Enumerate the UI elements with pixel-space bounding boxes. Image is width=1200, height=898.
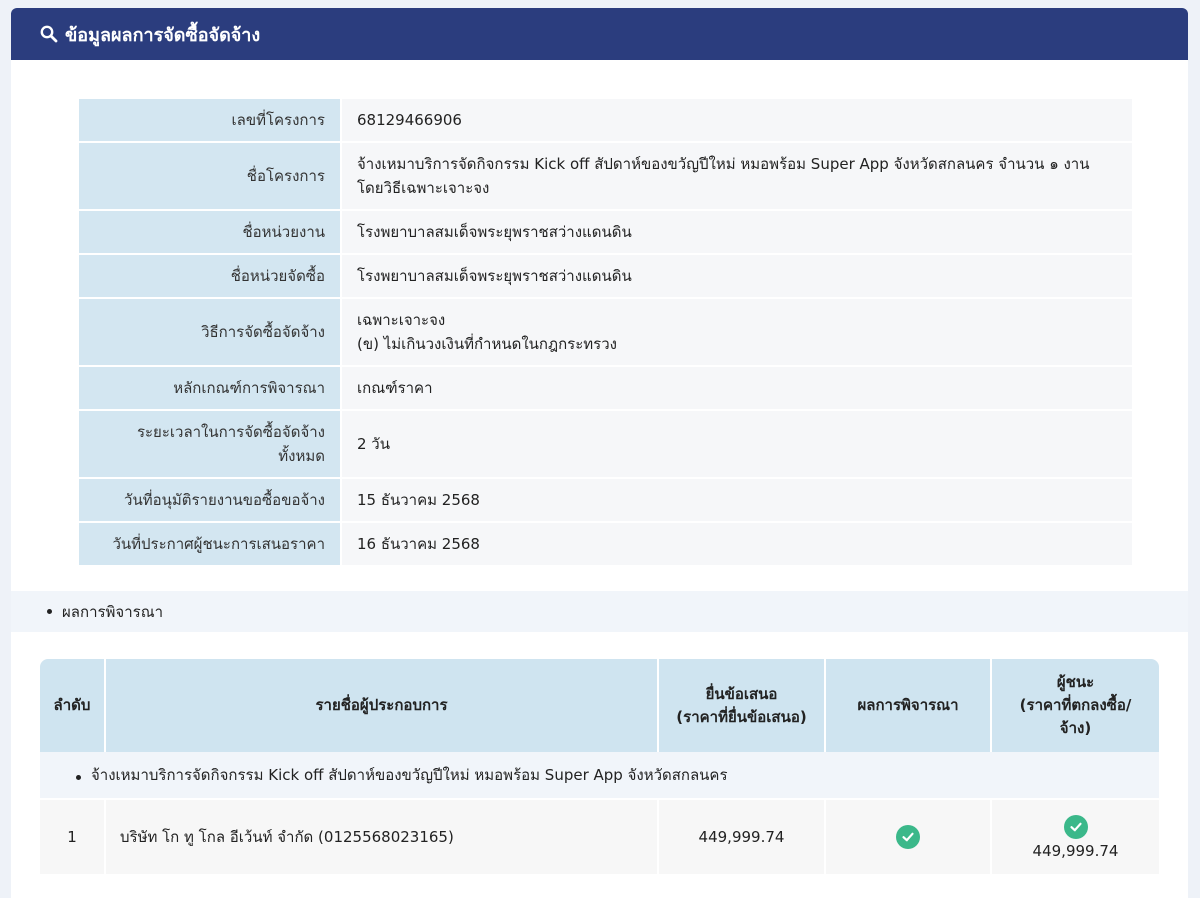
column-header-order: ลำดับ bbox=[40, 659, 106, 752]
info-value: 2 วัน bbox=[342, 411, 1132, 477]
info-row-method: วิธีการจัดซื้อจัดจ้าง เฉพาะเจาะจง (ข) ไม่… bbox=[79, 299, 1132, 365]
info-label: วิธีการจัดซื้อจัดจ้าง bbox=[79, 299, 342, 365]
column-header-winner: ผู้ชนะ (ราคาที่ตกลงซื้อ/จ้าง) bbox=[992, 659, 1159, 752]
row-winner: 449,999.74 bbox=[992, 798, 1159, 874]
info-value: 68129466906 bbox=[342, 99, 1132, 141]
winner-price: 449,999.74 bbox=[1032, 841, 1119, 860]
info-label: เลขที่โครงการ bbox=[79, 99, 342, 141]
section-title: ผลการพิจารณา bbox=[62, 602, 164, 621]
info-value: โรงพยาบาลสมเด็จพระยุพราชสว่างแดนดิน bbox=[342, 255, 1132, 297]
info-label: ชื่อหน่วยงาน bbox=[79, 211, 342, 253]
column-header-result: ผลการพิจารณา bbox=[826, 659, 992, 752]
row-order: 1 bbox=[40, 798, 106, 874]
info-label: ระยะเวลาในการจัดซื้อจัดจ้าง ทั้งหมด bbox=[79, 411, 342, 477]
table-row: 1 บริษัท โก ทู โกล อีเว้นท์ จำกัด (01255… bbox=[40, 798, 1159, 874]
info-label: วันที่ประกาศผู้ชนะการเสนอราคา bbox=[79, 523, 342, 565]
column-header-bid: ยื่นข้อเสนอ (ราคาที่ยื่นข้อเสนอ) bbox=[659, 659, 826, 752]
info-row-agency: ชื่อหน่วยงาน โรงพยาบาลสมเด็จพระยุพราชสว่… bbox=[79, 211, 1132, 253]
bullet-icon bbox=[47, 609, 52, 614]
check-circle-icon bbox=[896, 825, 920, 849]
column-header-vendor: รายชื่อผู้ประกอบการ bbox=[106, 659, 659, 752]
page-title: ข้อมูลผลการจัดซื้อจัดจ้าง bbox=[65, 24, 261, 46]
row-vendor: บริษัท โก ทู โกล อีเว้นท์ จำกัด (0125568… bbox=[106, 798, 659, 874]
info-row-criteria: หลักเกณฑ์การพิจารณา เกณฑ์ราคา bbox=[79, 367, 1132, 409]
row-result bbox=[826, 798, 992, 874]
info-value: 16 ธันวาคม 2568 bbox=[342, 523, 1132, 565]
info-label: หลักเกณฑ์การพิจารณา bbox=[79, 367, 342, 409]
card-header: ข้อมูลผลการจัดซื้อจัดจ้าง bbox=[11, 8, 1188, 60]
info-row-announce-date: วันที่ประกาศผู้ชนะการเสนอราคา 16 ธันวาคม… bbox=[79, 523, 1132, 565]
info-row-duration: ระยะเวลาในการจัดซื้อจัดจ้าง ทั้งหมด 2 วั… bbox=[79, 411, 1132, 477]
bullet-icon bbox=[76, 775, 81, 780]
info-value: 15 ธันวาคม 2568 bbox=[342, 479, 1132, 521]
info-row-project-no: เลขที่โครงการ 68129466906 bbox=[79, 99, 1132, 141]
results-header-row: ลำดับ รายชื่อผู้ประกอบการ ยื่นข้อเสนอ (รา… bbox=[40, 659, 1159, 752]
check-circle-icon bbox=[1063, 814, 1088, 839]
row-bid: 449,999.74 bbox=[659, 798, 826, 874]
info-label: วันที่อนุมัติรายงานขอซื้อขอจ้าง bbox=[79, 479, 342, 521]
project-info-table: เลขที่โครงการ 68129466906 ชื่อโครงการ จ้… bbox=[79, 97, 1132, 567]
info-row-approval-date: วันที่อนุมัติรายงานขอซื้อขอจ้าง 15 ธันวา… bbox=[79, 479, 1132, 521]
search-icon bbox=[39, 24, 59, 44]
info-label: ชื่อหน่วยจัดซื้อ bbox=[79, 255, 342, 297]
results-table: ลำดับ รายชื่อผู้ประกอบการ ยื่นข้อเสนอ (รา… bbox=[40, 659, 1159, 874]
info-value: เฉพาะเจาะจง (ข) ไม่เกินวงเงินที่กำหนดในกฎ… bbox=[342, 299, 1132, 365]
info-row-procurement-unit: ชื่อหน่วยจัดซื้อ โรงพยาบาลสมเด็จพระยุพรา… bbox=[79, 255, 1132, 297]
info-value: จ้างเหมาบริการจัดกิจกรรม Kick off สัปดาห… bbox=[342, 143, 1132, 209]
info-row-project-name: ชื่อโครงการ จ้างเหมาบริการจัดกิจกรรม Kic… bbox=[79, 143, 1132, 209]
info-value: โรงพยาบาลสมเด็จพระยุพราชสว่างแดนดิน bbox=[342, 211, 1132, 253]
info-label: ชื่อโครงการ bbox=[79, 143, 342, 209]
group-row: จ้างเหมาบริการจัดกิจกรรม Kick off สัปดาห… bbox=[40, 752, 1159, 798]
group-title: จ้างเหมาบริการจัดกิจกรรม Kick off สัปดาห… bbox=[40, 752, 1159, 798]
info-value: เกณฑ์ราคา bbox=[342, 367, 1132, 409]
procurement-result-card: ข้อมูลผลการจัดซื้อจัดจ้าง เลขที่โครงการ … bbox=[11, 8, 1188, 898]
section-header-results: ผลการพิจารณา bbox=[11, 591, 1188, 632]
